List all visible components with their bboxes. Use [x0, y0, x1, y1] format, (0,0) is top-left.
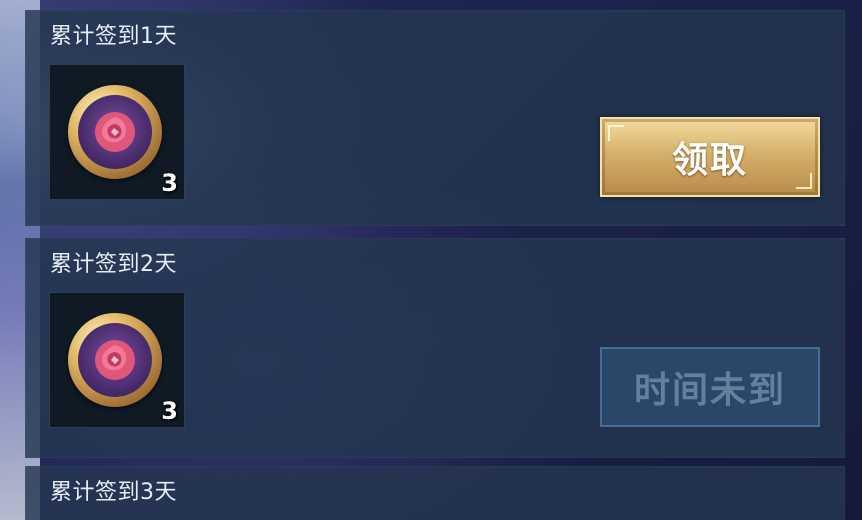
reward-item-slot[interactable]: 3	[49, 64, 185, 200]
row-title: 累计签到3天	[50, 480, 177, 505]
claim-button[interactable]: 领取	[600, 117, 820, 197]
time-not-reached-button[interactable]: 时间未到	[600, 347, 820, 427]
row-title: 累计签到2天	[50, 252, 177, 277]
signin-reward-row-1: 累计签到1天 3 领取	[25, 10, 845, 226]
reward-item-slot[interactable]: 3	[49, 292, 185, 428]
reward-count: 3	[161, 169, 178, 197]
rose-coin-icon	[68, 313, 162, 407]
signin-reward-row-2: 累计签到2天 3 时间未到	[25, 238, 845, 458]
signin-reward-row-3: 累计签到3天	[25, 466, 845, 520]
row-title: 累计签到1天	[50, 24, 177, 49]
reward-count: 3	[161, 397, 178, 425]
rose-coin-icon	[68, 85, 162, 179]
